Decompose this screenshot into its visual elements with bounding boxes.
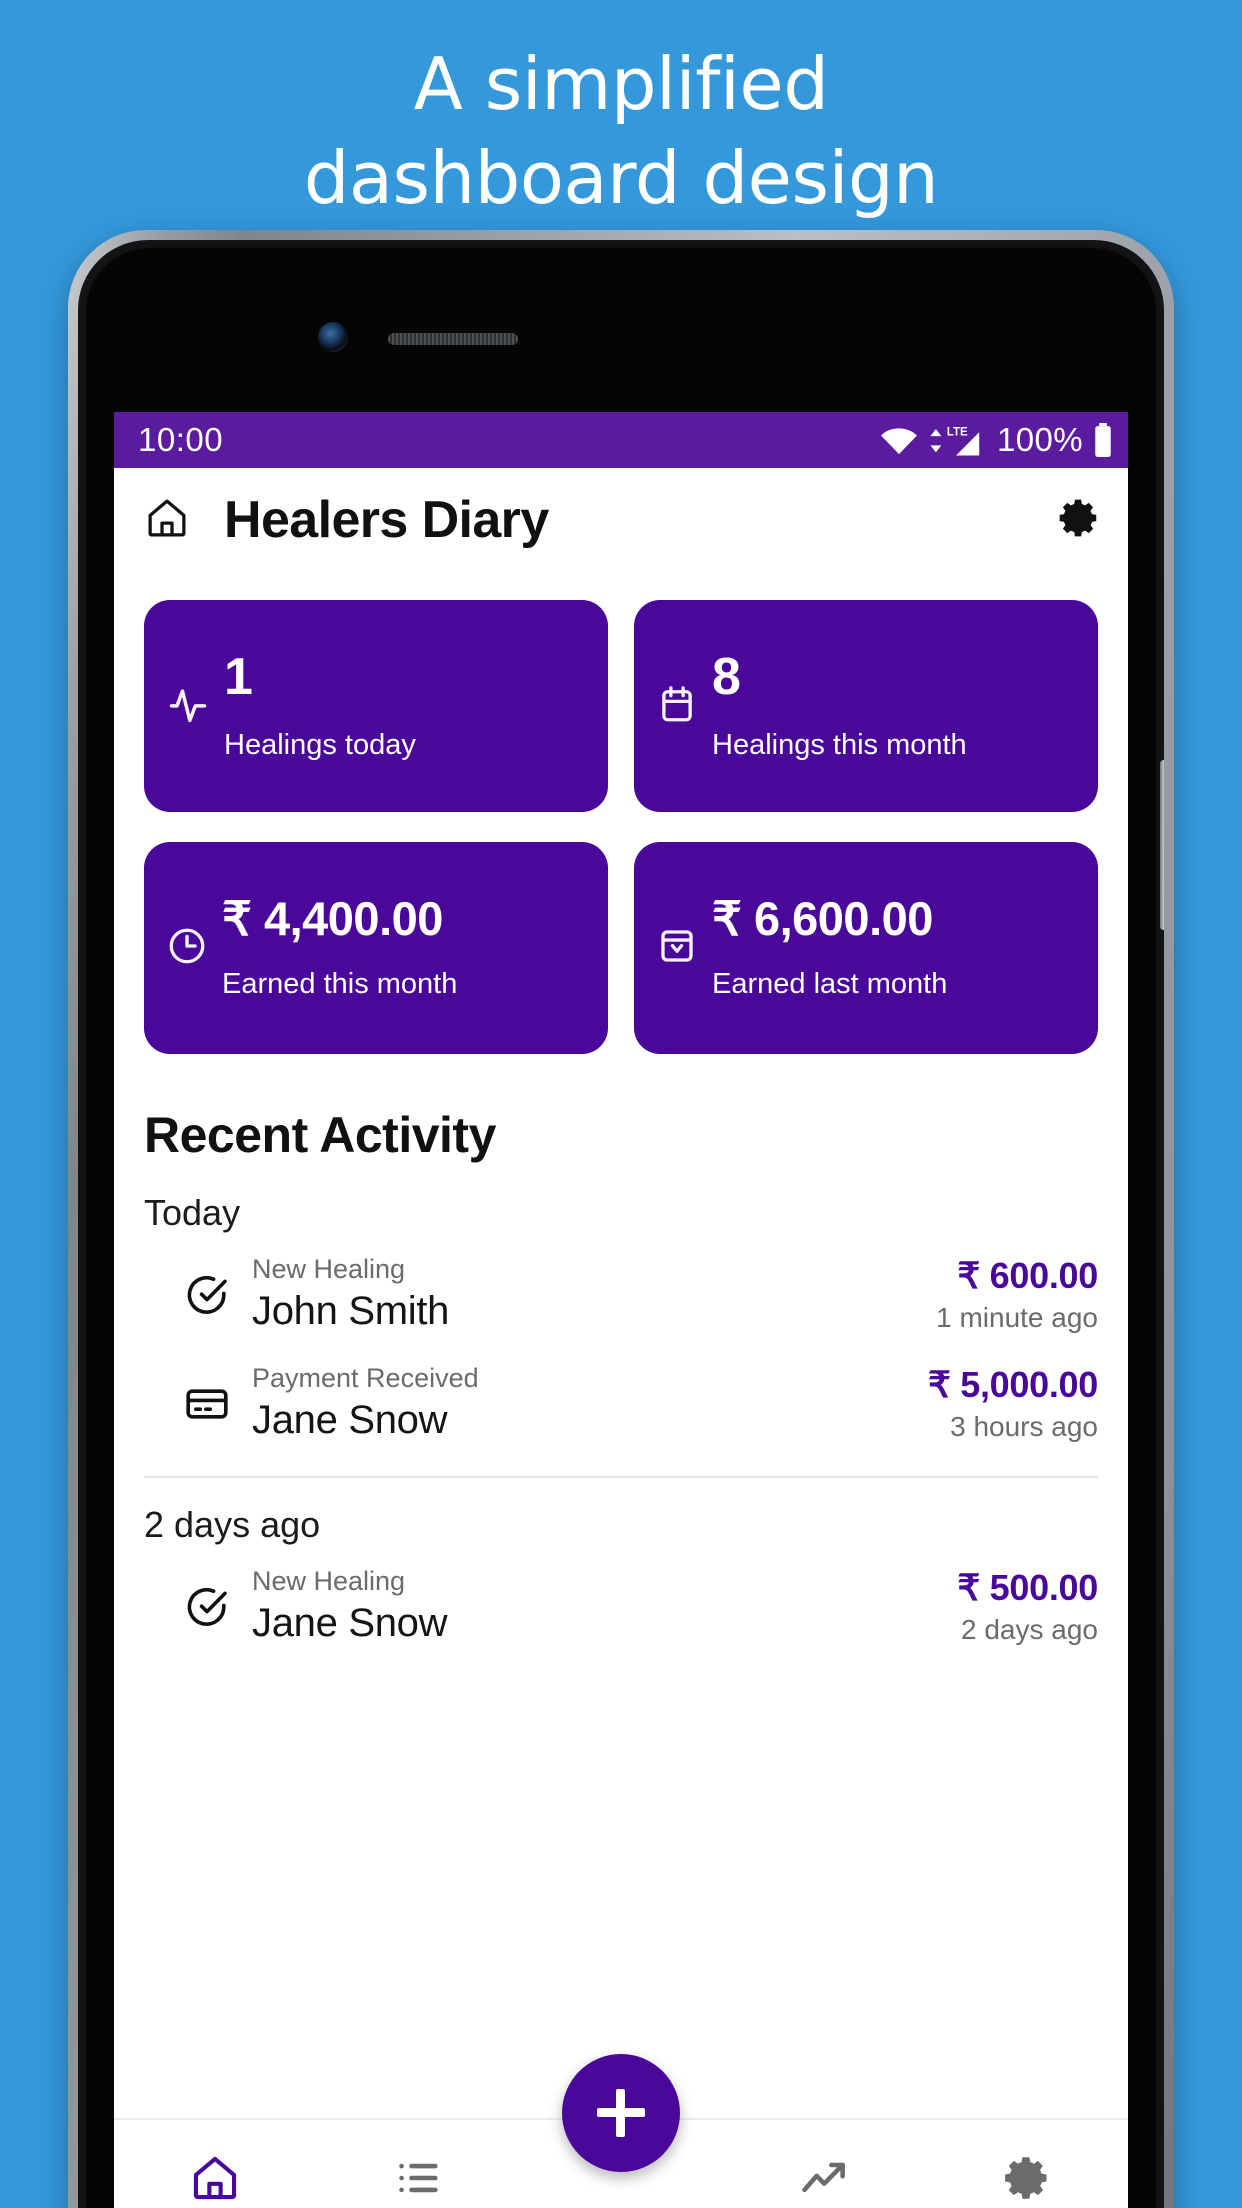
home-icon: [189, 2152, 241, 2208]
activity-row[interactable]: New Healing Jane Snow ₹ 500.00 2 days ag…: [144, 1552, 1098, 1661]
svg-text:LTE: LTE: [947, 426, 968, 438]
activity-row[interactable]: New Healing John Smith ₹ 600.00 1 minute…: [144, 1240, 1098, 1349]
stat-card-earned-last-month[interactable]: ₹ 6,600.00 Earned last month: [634, 842, 1098, 1054]
stat-card-value: 1: [224, 647, 253, 706]
status-bar: 10:00 LTE 100%: [114, 412, 1128, 468]
activity-divider: [144, 1476, 1098, 1479]
section-title: Recent Activity: [144, 1107, 496, 1163]
activity-type: New Healing: [252, 1566, 406, 1597]
app-bar: Healers Diary: [114, 468, 1128, 572]
activity-pulse-icon: [166, 682, 210, 731]
activity-day-header: 2 days ago: [144, 1504, 321, 1546]
power-button[interactable]: [1160, 760, 1164, 930]
activity-amount: ₹ 500.00: [957, 1567, 1098, 1609]
activity-timestamp: 2 days ago: [961, 1614, 1098, 1646]
stat-card-label: Healings today: [224, 728, 416, 761]
activity-timestamp: 1 minute ago: [936, 1302, 1098, 1334]
recent-activity-section: Recent Activity Today New Healing John S…: [114, 1054, 1128, 1661]
list-icon: [392, 2152, 444, 2208]
check-circle-icon: [180, 1271, 234, 1319]
trending-up-icon: [798, 2152, 850, 2208]
wifi-icon: [879, 425, 919, 455]
earpiece-speaker: [388, 333, 518, 345]
promo-headline: A simplified dashboard design: [0, 48, 1242, 214]
activity-timestamp: 3 hours ago: [950, 1411, 1098, 1443]
activity-person: Jane Snow: [252, 1398, 448, 1443]
stat-card-label: Healings this month: [712, 728, 967, 761]
stat-card-value: ₹ 6,600.00: [712, 892, 933, 945]
activity-row[interactable]: Payment Received Jane Snow ₹ 5,000.00 3 …: [144, 1349, 1098, 1458]
cellular-signal-icon: LTE: [928, 423, 984, 457]
gear-icon: [1001, 2152, 1053, 2208]
activity-amount: ₹ 5,000.00: [927, 1364, 1098, 1406]
front-camera-icon: [318, 322, 348, 352]
nav-item-list[interactable]: [317, 2152, 520, 2208]
calendar-icon: [656, 683, 698, 730]
battery-icon: [1092, 423, 1114, 457]
status-bar-time: 10:00: [138, 421, 224, 458]
archive-box-icon: [656, 925, 698, 972]
app-screen: 10:00 LTE 100% Healers Diary 1 Healings …: [114, 412, 1128, 2208]
nav-item-home[interactable]: [114, 2152, 317, 2208]
stat-card-healings-today[interactable]: 1 Healings today: [144, 600, 608, 812]
phone-mockup: 10:00 LTE 100% Healers Diary 1 Healings …: [68, 230, 1174, 2208]
page-title: Healers Diary: [224, 491, 549, 549]
stat-card-label: Earned last month: [712, 968, 948, 1000]
home-icon[interactable]: [144, 495, 190, 546]
activity-type: Payment Received: [252, 1363, 479, 1394]
credit-card-icon: [180, 1380, 234, 1428]
promo-line-1: A simplified: [413, 42, 829, 126]
nav-item-reports[interactable]: [722, 2152, 925, 2208]
promo-line-2: dashboard design: [303, 136, 939, 220]
activity-amount: ₹ 600.00: [957, 1255, 1098, 1297]
activity-type: New Healing: [252, 1254, 406, 1284]
battery-percent-label: 100%: [996, 421, 1083, 458]
stat-cards-grid: 1 Healings today 8 Healings this month ₹…: [114, 572, 1128, 1054]
check-circle-icon: [180, 1583, 234, 1631]
stat-card-earned-this-month[interactable]: ₹ 4,400.00 Earned this month: [144, 842, 608, 1054]
status-bar-icons: LTE 100%: [879, 421, 1114, 459]
activity-day-header: Today: [144, 1192, 241, 1233]
clock-icon: [166, 925, 208, 972]
phone-bezel: 10:00 LTE 100% Healers Diary 1 Healings …: [78, 240, 1164, 2208]
add-button[interactable]: [562, 2054, 680, 2172]
stat-card-value: 8: [712, 647, 741, 706]
activity-person: John Smith: [252, 1289, 450, 1334]
nav-item-settings[interactable]: [925, 2152, 1128, 2208]
stat-card-healings-this-month[interactable]: 8 Healings this month: [634, 600, 1098, 812]
stat-card-value: ₹ 4,400.00: [222, 892, 443, 945]
plus-icon: [597, 2089, 645, 2137]
activity-person: Jane Snow: [252, 1601, 448, 1646]
gear-icon[interactable]: [1056, 495, 1102, 546]
stat-card-label: Earned this month: [222, 968, 458, 1000]
